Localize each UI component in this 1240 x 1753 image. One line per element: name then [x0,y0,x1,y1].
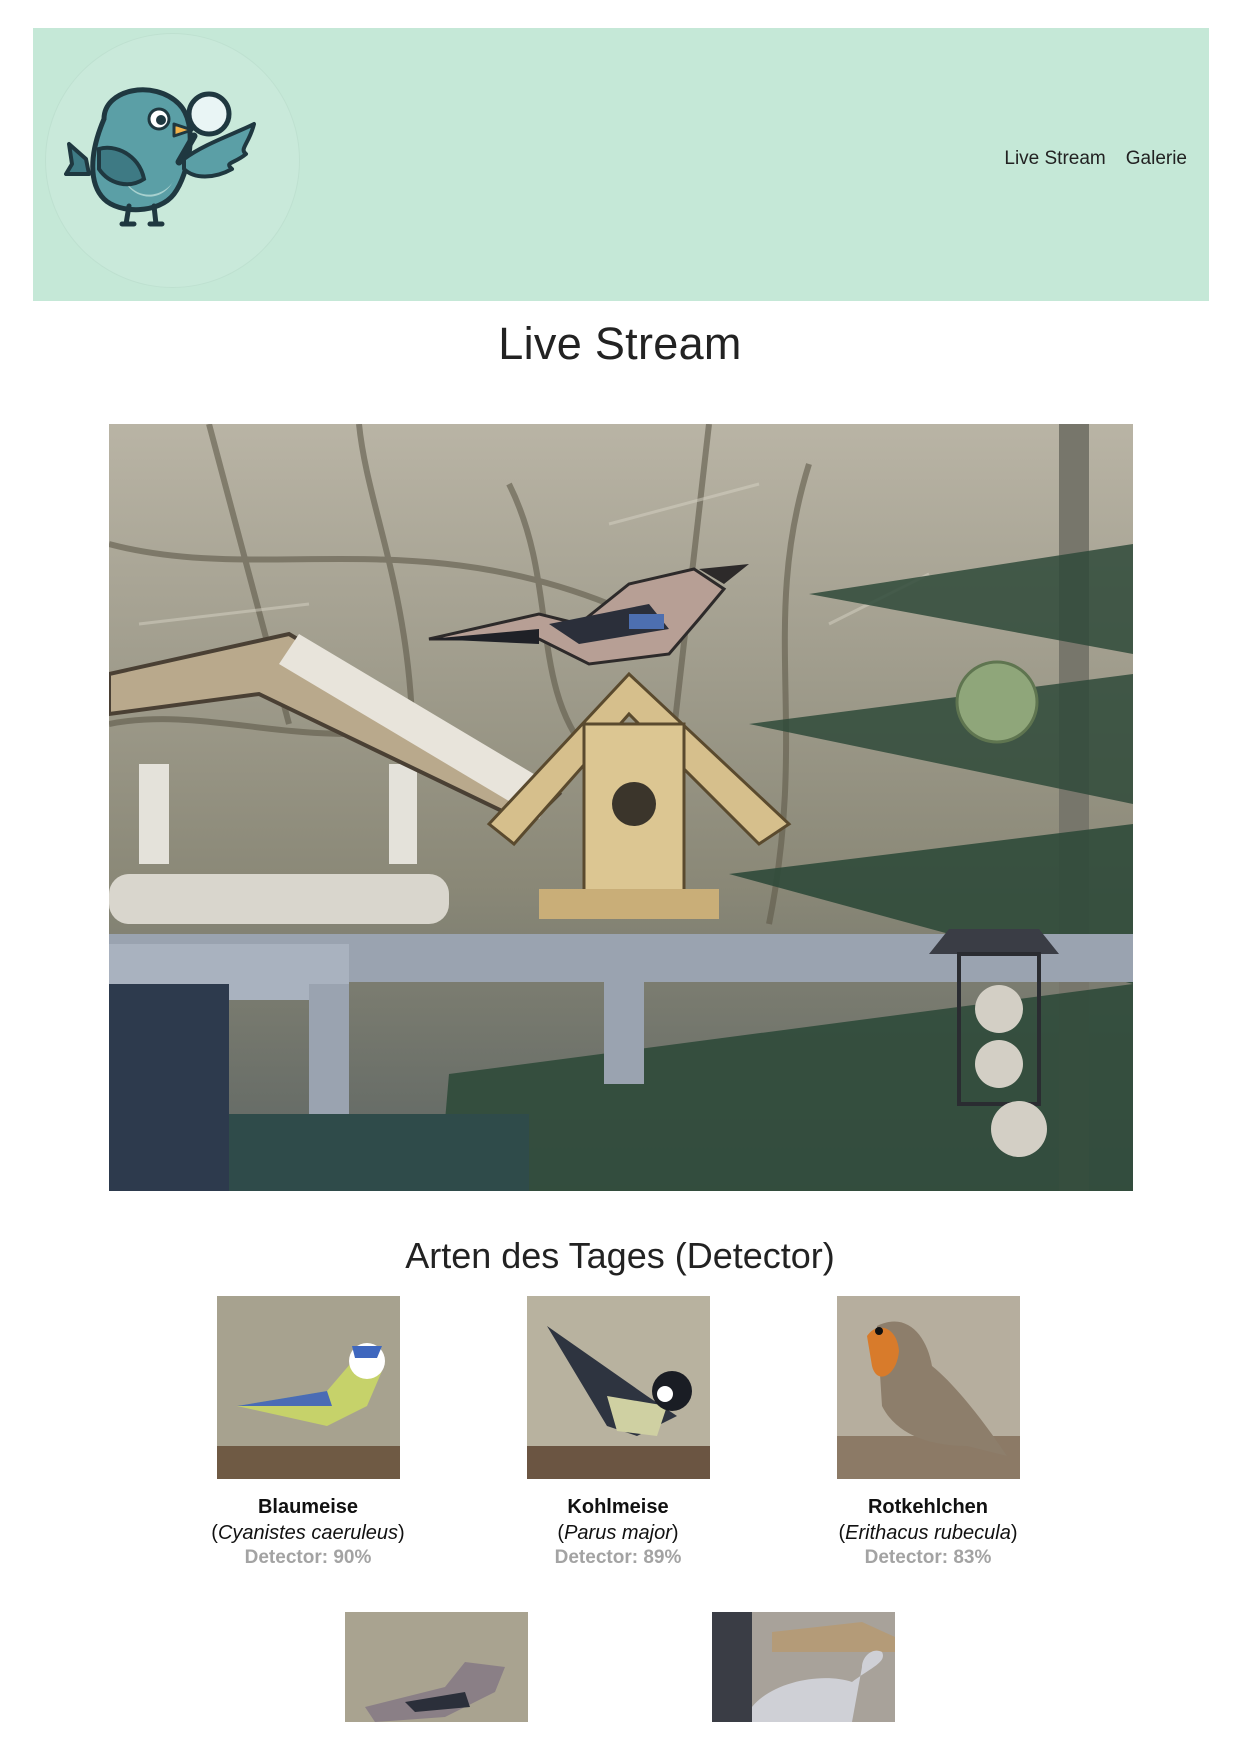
species-thumbnail[interactable] [216,1296,400,1479]
species-thumbnail-jay[interactable] [345,1612,528,1722]
species-card-rotkehlchen[interactable]: Rotkehlchen (Erithacus rubecula) Detecto… [798,1296,1058,1570]
main-nav: Live Stream Galerie [1004,148,1187,170]
page-title: Live Stream [498,318,742,369]
site-header: Live Stream Galerie [33,28,1209,301]
species-thumbnail-pigeon[interactable] [712,1612,895,1722]
species-scientific-name: (Erithacus rubecula) [838,1522,1018,1544]
detector-confidence: Detector: 83% [864,1547,992,1568]
species-common-name: Kohlmeise [567,1496,669,1518]
nav-live-stream[interactable]: Live Stream [1004,148,1105,170]
logo[interactable] [46,34,299,287]
species-section-title: Arten des Tages (Detector) [405,1235,835,1276]
detector-confidence: Detector: 89% [554,1547,682,1568]
species-card-blaumeise[interactable]: Blaumeise (Cyanistes caeruleus) Detector… [178,1296,438,1570]
species-thumbnail[interactable] [836,1296,1020,1479]
species-common-name: Blaumeise [257,1496,359,1518]
stream-scene [109,424,1133,1191]
species-card-kohlmeise[interactable]: Kohlmeise (Parus major) Detector: 89% [488,1296,748,1570]
detector-confidence: Detector: 90% [244,1547,372,1568]
live-stream-image[interactable] [109,424,1133,1191]
species-thumbnail[interactable] [526,1296,710,1479]
bird-logo-icon [64,87,256,227]
species-scientific-name: (Parus major) [557,1522,679,1544]
species-scientific-name: (Cyanistes caeruleus) [211,1522,405,1544]
species-common-name: Rotkehlchen [867,1496,989,1518]
nav-galerie[interactable]: Galerie [1126,148,1187,170]
